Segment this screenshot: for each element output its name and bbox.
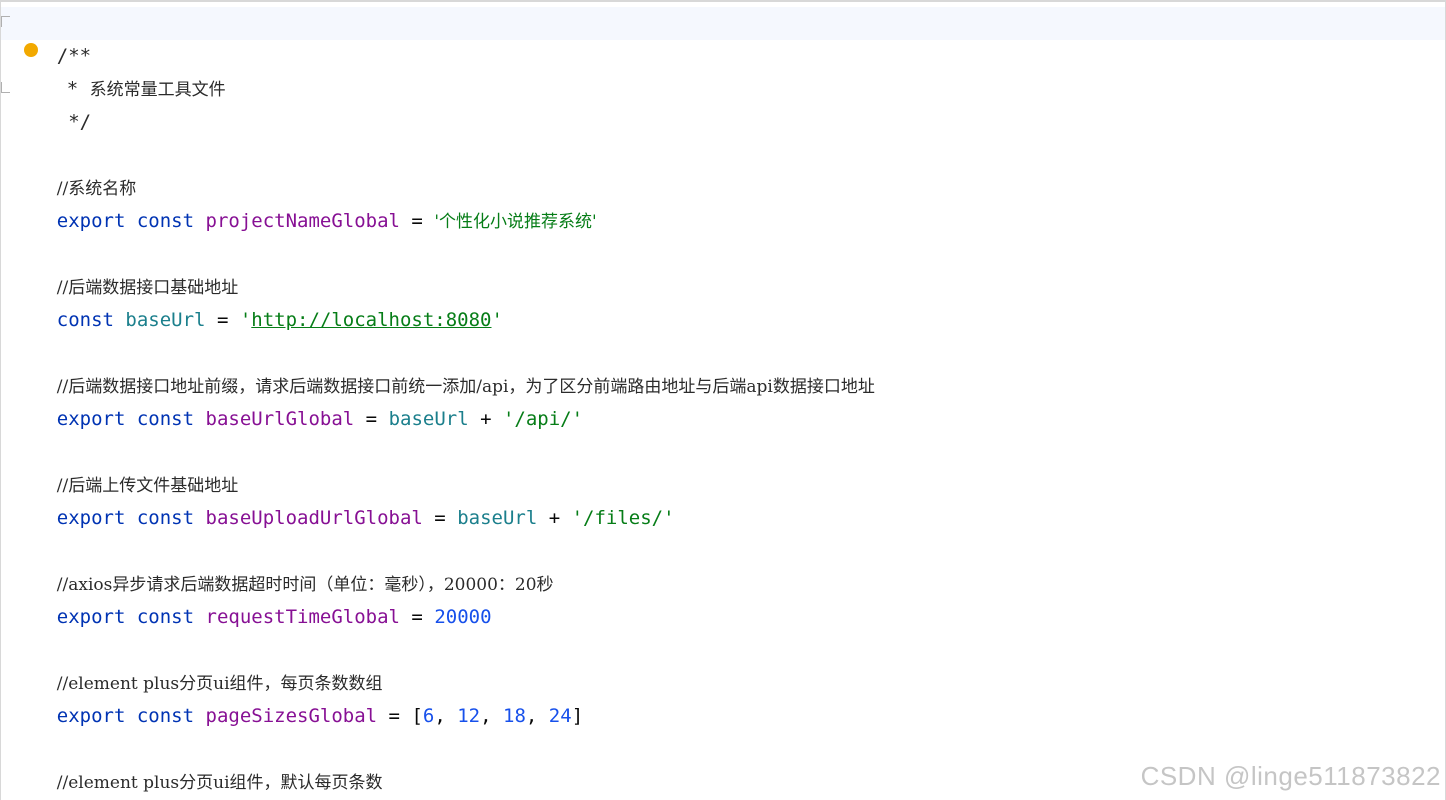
code-line[interactable]: //axios异步请求后端数据超时时间（单位：毫秒），20000：20秒 xyxy=(11,535,554,595)
string-quote: ' xyxy=(239,309,252,331)
identifier: requestTimeGlobal xyxy=(205,606,400,628)
identifier-reference: baseUrl xyxy=(388,408,469,430)
code-line[interactable]: export const baseUrlGlobal = baseUrl + '… xyxy=(11,370,583,430)
keyword: export xyxy=(56,408,126,430)
code-line[interactable]: //element plus分页ui组件，每页条数数组 xyxy=(11,634,383,694)
code-line[interactable]: //后端数据接口基础地址 xyxy=(11,238,238,298)
operator: = xyxy=(205,309,240,331)
fold-marker-icon[interactable] xyxy=(1,82,10,93)
keyword: export xyxy=(56,507,126,529)
url-link[interactable]: http://localhost:8080 xyxy=(251,309,491,331)
keyword: const xyxy=(56,309,114,331)
bracket: ] xyxy=(571,705,584,727)
code-line[interactable]: //后端上传文件基础地址 xyxy=(11,436,238,496)
intention-bulb-icon[interactable] xyxy=(24,43,38,57)
identifier: projectNameGlobal xyxy=(205,210,400,232)
fold-marker-icon[interactable] xyxy=(1,16,10,27)
string-literal: '/files/' xyxy=(571,507,675,529)
number-literal: 6 xyxy=(422,705,435,727)
code-line[interactable]: export const pageSizesGlobal = [6, 12, 1… xyxy=(11,667,583,727)
string-literal: '个性化小说推荐系统' xyxy=(434,212,597,232)
number-literal: 24 xyxy=(548,705,572,727)
code-line[interactable]: */ xyxy=(11,73,91,133)
identifier-reference: baseUrl xyxy=(457,507,538,529)
doc-comment-close: */ xyxy=(56,111,92,133)
keyword: export xyxy=(56,705,126,727)
identifier: baseUrl xyxy=(125,309,206,331)
string-literal: '/api/' xyxy=(502,408,584,430)
doc-comment-description: 系统常量工具文件 xyxy=(89,80,226,100)
keyword: const xyxy=(136,606,195,628)
code-line[interactable]: export const requestTimeGlobal = 20000 xyxy=(11,568,492,628)
code-line[interactable]: export const projectNameGlobal = '个性化小说推… xyxy=(11,172,597,232)
operator: = xyxy=(399,606,435,628)
operator: = xyxy=(422,507,458,529)
watermark: CSDN @linge511873822 xyxy=(1140,761,1441,791)
string-quote: ' xyxy=(491,309,503,331)
identifier: baseUploadUrlGlobal xyxy=(205,507,423,529)
keyword: export xyxy=(56,606,126,628)
number-literal: 18 xyxy=(503,705,526,727)
code-editor[interactable]: /** * 系统常量工具文件 */ //系统名称 export const pr… xyxy=(0,0,1446,800)
keyword: const xyxy=(136,705,195,727)
number-literal: 20000 xyxy=(434,606,492,628)
keyword: const xyxy=(136,507,195,529)
operator: = xyxy=(354,408,389,430)
code-line[interactable]: /** xyxy=(11,7,91,67)
number-literal: 12 xyxy=(457,705,481,727)
bracket: [ xyxy=(411,705,423,727)
code-line[interactable]: //系统名称 xyxy=(11,139,136,199)
separator: , xyxy=(480,705,504,727)
operator: + xyxy=(468,408,503,430)
identifier: pageSizesGlobal xyxy=(205,705,378,727)
keyword: const xyxy=(136,408,195,430)
operator: + xyxy=(537,507,572,529)
code-line[interactable]: export const pageSizeGlobal = pageSizesG… xyxy=(11,766,606,799)
keyword: const xyxy=(136,210,195,232)
code-line[interactable]: const baseUrl = 'http://localhost:8080' xyxy=(11,271,503,331)
code-line[interactable]: //element plus分页ui组件，默认每页条数 xyxy=(11,733,383,793)
code-line[interactable]: export const baseUploadUrlGlobal = baseU… xyxy=(11,469,675,529)
operator: = xyxy=(377,705,412,727)
operator: = xyxy=(399,210,435,232)
identifier: baseUrlGlobal xyxy=(205,408,355,430)
separator: , xyxy=(525,705,549,727)
keyword: export xyxy=(56,210,126,232)
code-line[interactable]: //后端数据接口地址前缀，请求后端数据接口前统一添加/api，为了区分前端路由地… xyxy=(11,337,875,397)
separator: , xyxy=(434,705,458,727)
code-line[interactable]: * 系统常量工具文件 xyxy=(21,40,226,100)
current-line-highlight xyxy=(1,7,1445,40)
